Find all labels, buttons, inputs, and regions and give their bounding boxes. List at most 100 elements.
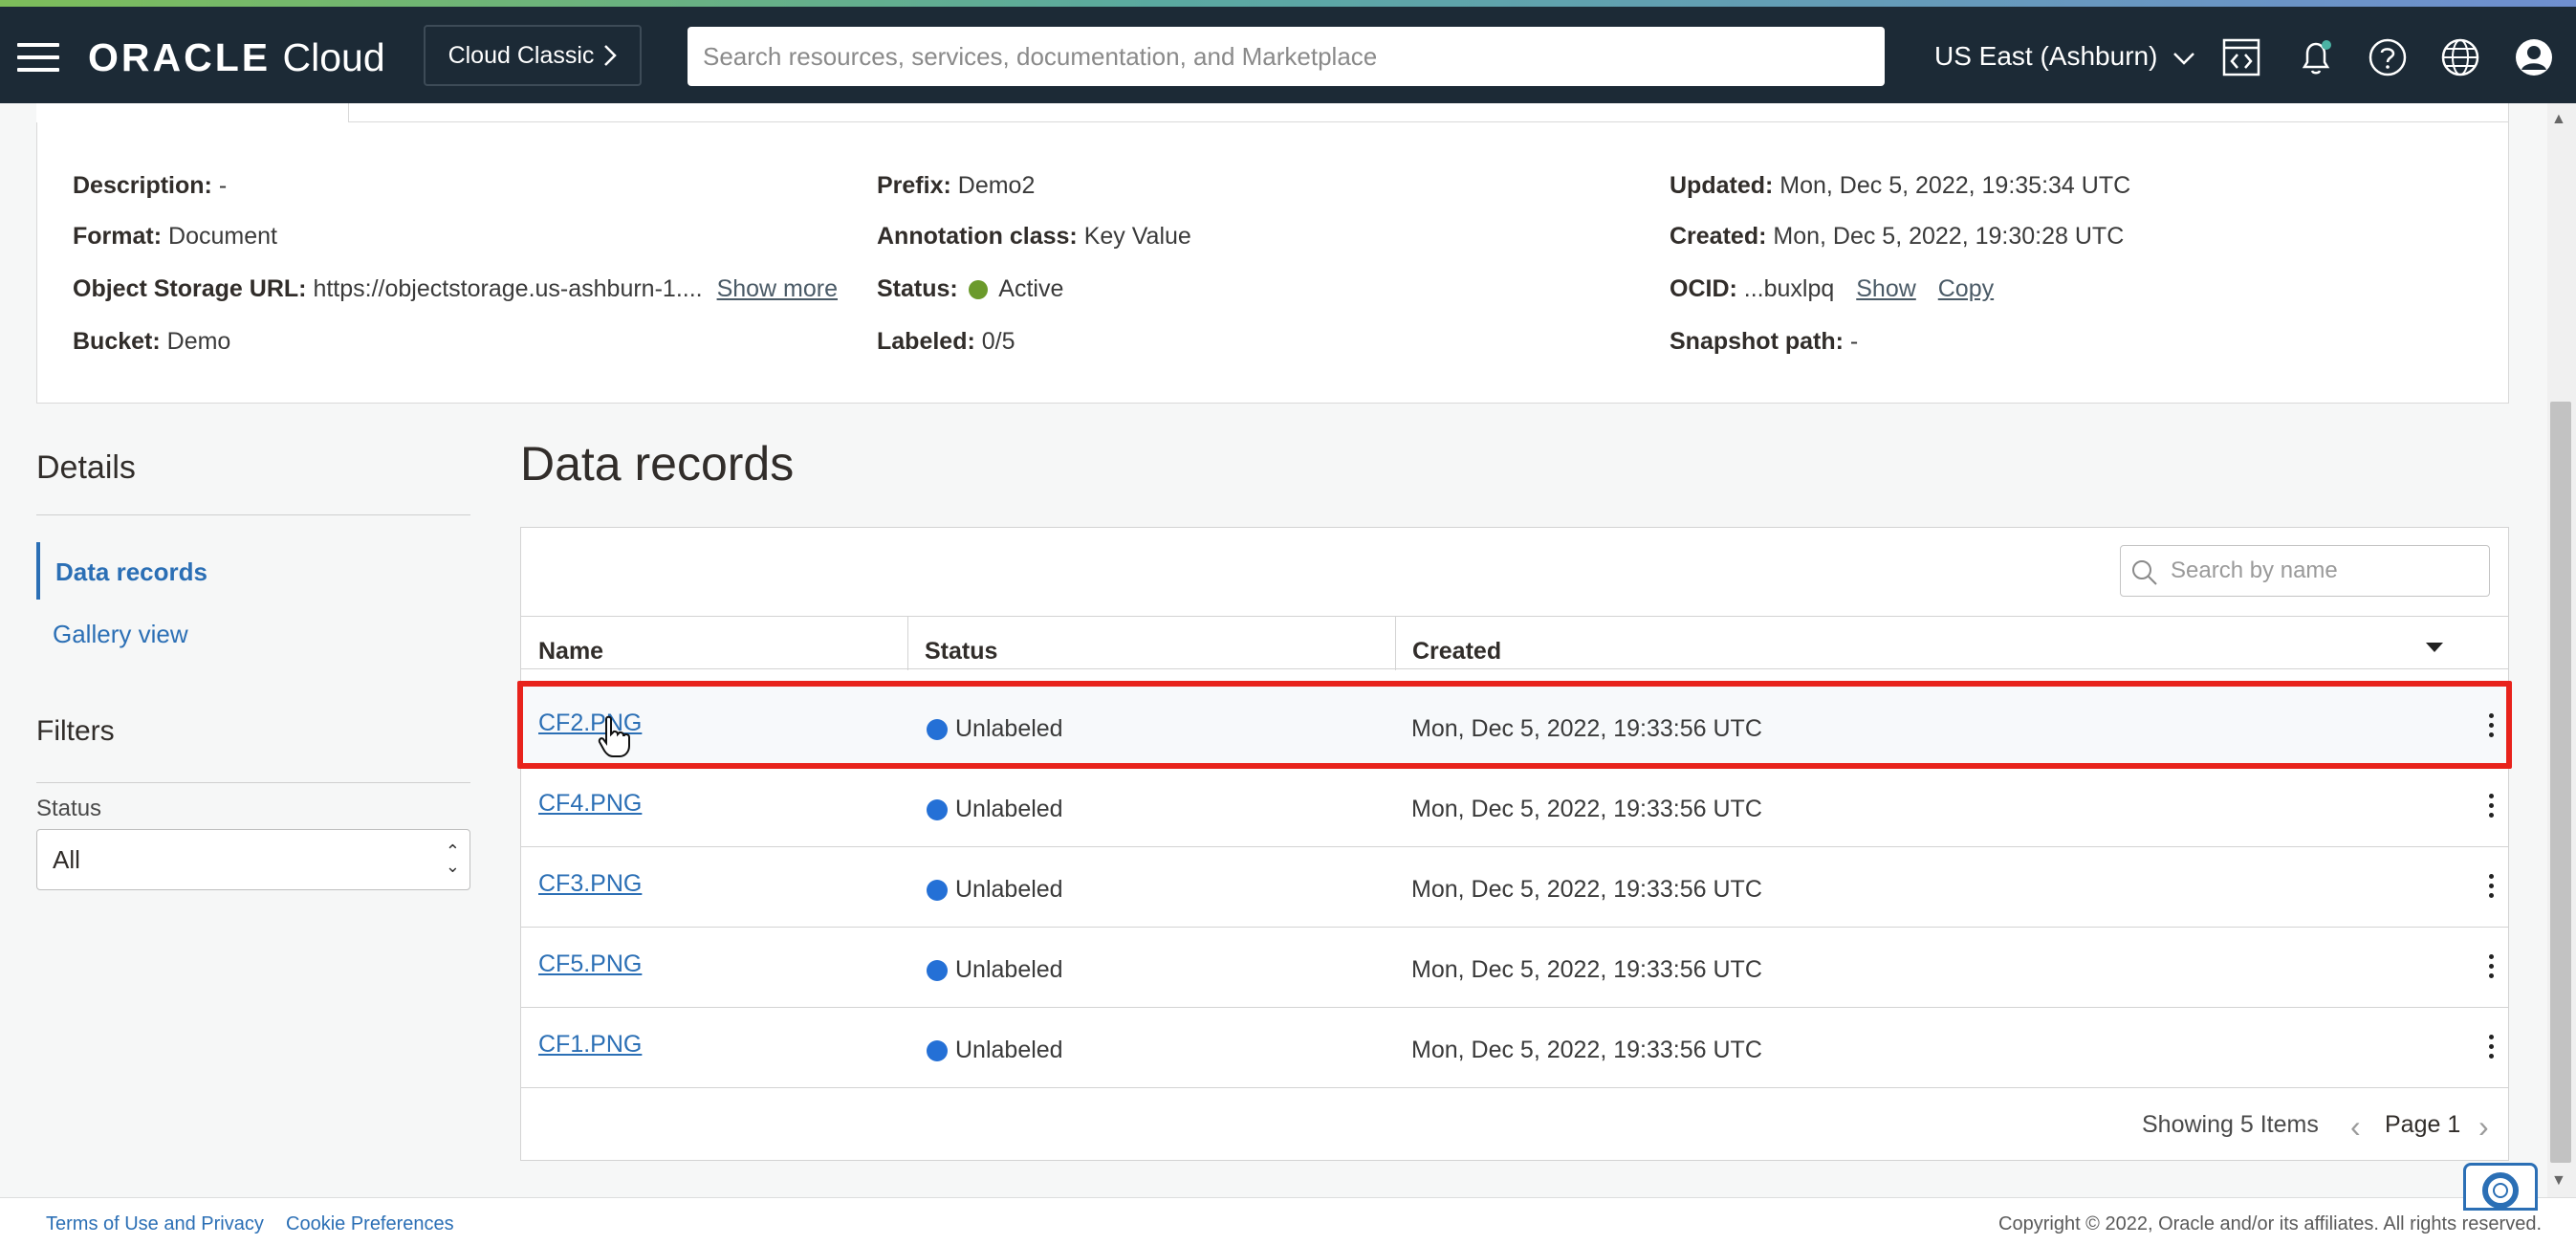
detail-value: Demo2	[957, 172, 1036, 199]
oracle-cloud-logo[interactable]: ORACLE Cloud	[88, 35, 385, 80]
user-icon[interactable]	[2513, 36, 2555, 78]
kebab-icon[interactable]	[2485, 954, 2497, 981]
scroll-up-icon[interactable]: ▲	[2551, 111, 2566, 128]
detail-value: Active	[998, 275, 1064, 302]
status-filter-select[interactable]: All ⌃ ⌄	[36, 829, 470, 890]
global-search-input[interactable]	[688, 27, 1885, 86]
divider	[36, 514, 470, 515]
column-header-status[interactable]: Status	[907, 617, 1395, 670]
detail-labeled: Labeled: 0/5	[877, 328, 1015, 356]
unlabeled-status-dot	[927, 799, 948, 820]
record-name-link[interactable]: CF1.PNG	[538, 1031, 642, 1059]
bell-icon[interactable]	[2295, 36, 2337, 78]
pointer-cursor-icon	[598, 715, 630, 757]
column-header-created[interactable]: Created	[1395, 617, 2447, 670]
detail-value: Mon, Dec 5, 2022, 19:30:28 UTC	[1773, 223, 2125, 250]
record-status: Unlabeled	[927, 715, 1063, 743]
region-selector[interactable]: US East (Ashburn)	[1934, 41, 2195, 72]
detail-value: Key Value	[1083, 223, 1191, 250]
table-row: CF1.PNG Unlabeled Mon, Dec 5, 2022, 19:3…	[521, 1008, 2508, 1088]
kebab-icon[interactable]	[2485, 794, 2497, 820]
detail-value: Mon, Dec 5, 2022, 19:35:34 UTC	[1779, 172, 2131, 199]
page-title: Data records	[520, 437, 795, 491]
region-label: US East (Ashburn)	[1934, 41, 2158, 71]
column-header-name[interactable]: Name	[521, 617, 907, 670]
sort-down-icon[interactable]	[2426, 643, 2443, 652]
detail-key: Description:	[73, 172, 212, 199]
detail-key: Prefix:	[877, 172, 951, 199]
table-header: Name Status Created	[521, 616, 2508, 670]
status-filter-label: Status	[36, 796, 102, 821]
detail-key: Bucket:	[73, 328, 161, 355]
record-name-link[interactable]: CF5.PNG	[538, 950, 642, 978]
detail-format: Format: Document	[73, 223, 277, 251]
detail-created: Created: Mon, Dec 5, 2022, 19:30:28 UTC	[1670, 223, 2124, 251]
unlabeled-status-dot	[927, 1040, 948, 1061]
cloud-classic-button[interactable]: Cloud Classic	[424, 25, 642, 86]
scrollbar-thumb[interactable]	[2550, 402, 2571, 1163]
table-row: CF3.PNG Unlabeled Mon, Dec 5, 2022, 19:3…	[521, 847, 2508, 928]
hamburger-icon[interactable]	[17, 43, 59, 72]
brand-main: ORACLE	[88, 35, 272, 79]
terms-link[interactable]: Terms of Use and Privacy	[46, 1213, 264, 1235]
brand-sub: Cloud	[282, 35, 385, 79]
detail-prefix: Prefix: Demo2	[877, 172, 1035, 200]
detail-value: https://objectstorage.us-ashburn-1....	[313, 275, 703, 302]
record-status-label: Unlabeled	[955, 876, 1063, 903]
record-status: Unlabeled	[927, 956, 1063, 984]
detail-key: Status:	[877, 275, 958, 302]
ocid-show-link[interactable]: Show	[1856, 275, 1916, 302]
code-editor-icon[interactable]	[2220, 36, 2262, 78]
detail-key: OCID:	[1670, 275, 1737, 302]
kebab-icon[interactable]	[2485, 713, 2497, 740]
record-created: Mon, Dec 5, 2022, 19:33:56 UTC	[1411, 876, 1762, 903]
active-status-dot	[968, 280, 988, 299]
previous-page-icon[interactable]: ‹	[2350, 1109, 2361, 1145]
detail-key: Updated:	[1670, 172, 1774, 199]
detail-key: Annotation class:	[877, 223, 1078, 250]
globe-icon[interactable]	[2439, 36, 2481, 78]
cloud-classic-label: Cloud Classic	[448, 41, 595, 69]
show-more-link[interactable]: Show more	[717, 275, 838, 302]
sidebar-item-data-records[interactable]: Data records	[36, 542, 470, 600]
kebab-icon[interactable]	[2485, 874, 2497, 901]
filters-heading: Filters	[36, 715, 115, 747]
table-row: CF4.PNG Unlabeled Mon, Dec 5, 2022, 19:3…	[521, 767, 2508, 847]
search-by-name-input[interactable]	[2120, 545, 2490, 597]
table-row: CF5.PNG Unlabeled Mon, Dec 5, 2022, 19:3…	[521, 928, 2508, 1008]
page-footer: Terms of Use and Privacy Cookie Preferen…	[0, 1197, 2576, 1245]
detail-ocid: OCID: ...buxlpq Show Copy	[1670, 275, 1994, 303]
copyright-text: Copyright © 2022, Oracle and/or its affi…	[1998, 1213, 2542, 1234]
detail-updated: Updated: Mon, Dec 5, 2022, 19:35:34 UTC	[1670, 172, 2130, 200]
lifebuoy-icon[interactable]	[2463, 1163, 2538, 1211]
chevron-down-icon	[2173, 53, 2195, 65]
record-status: Unlabeled	[927, 876, 1063, 904]
detail-value: ...buxlpq	[1743, 275, 1835, 302]
top-accent-line	[0, 0, 2576, 7]
record-status: Unlabeled	[927, 796, 1063, 823]
detail-status: Status: Active	[877, 275, 1063, 303]
ocid-copy-link[interactable]: Copy	[1938, 275, 1994, 302]
showing-items-count: Showing 5 Items	[2142, 1111, 2319, 1138]
detail-description: Description: -	[73, 172, 227, 200]
divider	[36, 782, 470, 783]
chevron-right-icon	[604, 45, 618, 66]
detail-annotation-class: Annotation class: Key Value	[877, 223, 1191, 251]
detail-value: 0/5	[981, 328, 1015, 355]
sidebar-item-gallery-view[interactable]: Gallery view	[53, 620, 188, 649]
record-name-link[interactable]: CF4.PNG	[538, 790, 642, 818]
next-page-icon[interactable]: ›	[2478, 1109, 2489, 1145]
scroll-down-icon[interactable]: ▼	[2551, 1172, 2566, 1190]
detail-key: Snapshot path:	[1670, 328, 1844, 355]
detail-key: Object Storage URL:	[73, 275, 307, 302]
unlabeled-status-dot	[927, 880, 948, 901]
cookie-preferences-link[interactable]: Cookie Preferences	[286, 1213, 454, 1235]
help-icon[interactable]	[2367, 36, 2409, 78]
unlabeled-status-dot	[927, 960, 948, 981]
record-created: Mon, Dec 5, 2022, 19:33:56 UTC	[1411, 796, 1762, 822]
record-name-link[interactable]: CF3.PNG	[538, 870, 642, 898]
table-row: CF2.PNG Unlabeled Mon, Dec 5, 2022, 19:3…	[521, 687, 2508, 767]
detail-value: Document	[168, 223, 277, 250]
kebab-icon[interactable]	[2485, 1035, 2497, 1061]
select-arrows-icon: ⌃ ⌄	[445, 841, 460, 876]
